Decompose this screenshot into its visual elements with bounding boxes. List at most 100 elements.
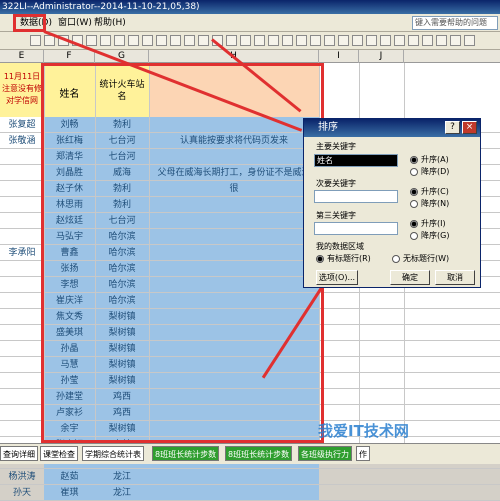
link-icon[interactable]	[114, 35, 125, 46]
options-button[interactable]: 选项(O)...	[316, 270, 358, 285]
redo-icon[interactable]	[100, 35, 111, 46]
menu-help[interactable]: 帮助(H)	[94, 16, 126, 30]
font-color-icon[interactable]	[352, 35, 363, 46]
cell-note[interactable]	[149, 469, 319, 485]
column-header-f[interactable]: F	[44, 50, 95, 63]
align-right-icon[interactable]	[268, 35, 279, 46]
cancel-button[interactable]: 取消	[435, 270, 475, 285]
sheet-tab-bar: 查询详细 课堂检查 学期综合统计表 8班班长统计步数 8班班长统计步数 各班级执…	[0, 443, 500, 464]
sheet-tab-2[interactable]: 学期综合统计表	[82, 446, 144, 461]
percent-icon[interactable]	[310, 35, 321, 46]
cell-station[interactable]: 龙江	[95, 485, 149, 501]
dialog-help-button[interactable]: ?	[445, 121, 460, 134]
cell-e[interactable]	[0, 229, 44, 245]
third-key-select[interactable]	[314, 222, 398, 235]
cell-e[interactable]	[0, 389, 44, 405]
undo-icon[interactable]	[86, 35, 97, 46]
cell-e[interactable]	[0, 373, 44, 389]
primary-desc-radio[interactable]	[410, 168, 418, 176]
sheet-tab-4[interactable]: 8班班长统计步数	[225, 446, 293, 461]
underline-icon[interactable]	[226, 35, 237, 46]
secondary-desc-radio[interactable]	[410, 200, 418, 208]
cell-e[interactable]	[0, 261, 44, 277]
data-range-label: 我的数据区域	[316, 242, 364, 251]
print-icon[interactable]	[394, 35, 405, 46]
cell-name[interactable]: 崔琪	[44, 485, 95, 501]
save-icon[interactable]	[450, 35, 461, 46]
sheet-tab-6[interactable]: 作	[356, 446, 370, 461]
no-header-radio[interactable]	[392, 255, 400, 263]
secondary-key-select[interactable]	[314, 190, 398, 203]
sort-desc-icon[interactable]	[142, 35, 153, 46]
cell-name[interactable]: 赵茹	[44, 469, 95, 485]
site-watermark: 我爱IT技术网	[318, 422, 409, 440]
cell-e[interactable]: 杨洪涛	[0, 469, 44, 485]
help-search-input[interactable]: 键入需要帮助的问题	[412, 16, 498, 30]
currency-icon[interactable]	[296, 35, 307, 46]
menu-window[interactable]: 窗口(W)	[58, 16, 92, 30]
filter-icon[interactable]	[380, 35, 391, 46]
ok-button[interactable]: 确定	[390, 270, 430, 285]
fill-color-icon[interactable]	[338, 35, 349, 46]
cell-e[interactable]	[0, 213, 44, 229]
sort-dialog: 排序 ? × 主要关键字 姓名 升序(A) 降序(D) 次要关键字 升序(C) …	[303, 118, 481, 288]
align-left-icon[interactable]	[240, 35, 251, 46]
bold-icon[interactable]	[198, 35, 209, 46]
highlight-selected-range	[41, 63, 324, 443]
has-header-radio[interactable]	[316, 255, 324, 263]
cell-e[interactable]	[0, 309, 44, 325]
cell-e[interactable]	[0, 165, 44, 181]
sheet-tab-5[interactable]: 各班级执行力	[298, 446, 352, 461]
column-header-e[interactable]: E	[0, 50, 44, 63]
column-header-j[interactable]: J	[359, 50, 404, 63]
third-key-label: 第三关键字	[316, 211, 356, 220]
primary-asc-radio[interactable]	[410, 156, 418, 164]
cell-e[interactable]: 孙天	[0, 485, 44, 501]
sum-icon[interactable]	[366, 35, 377, 46]
sheet-tab-3[interactable]: 8班班长统计步数	[152, 446, 220, 461]
cut-icon[interactable]	[30, 35, 41, 46]
sheet-tab-1[interactable]: 课堂检查	[40, 446, 78, 461]
third-asc-radio[interactable]	[410, 220, 418, 228]
third-desc-radio[interactable]	[410, 232, 418, 240]
cell-station[interactable]: 龙江	[95, 469, 149, 485]
cell-e[interactable]: 李承阳	[0, 245, 44, 261]
open-icon[interactable]	[436, 35, 447, 46]
secondary-asc-radio[interactable]	[410, 188, 418, 196]
sheet-tab-0[interactable]: 查询详细	[0, 446, 38, 461]
chart-icon[interactable]	[156, 35, 167, 46]
has-header-label: 有标题行(R)	[327, 254, 371, 263]
preview-icon[interactable]	[408, 35, 419, 46]
cell-e[interactable]	[0, 293, 44, 309]
cell-e[interactable]: 张敬涵	[0, 133, 44, 149]
cell-e[interactable]: 张复超	[0, 117, 44, 133]
column-header-i[interactable]: I	[319, 50, 359, 63]
highlight-menu-data	[13, 14, 46, 32]
secondary-asc-label: 升序(C)	[421, 187, 449, 196]
cell-note[interactable]	[149, 485, 319, 501]
cell-e[interactable]	[0, 325, 44, 341]
align-center-icon[interactable]	[254, 35, 265, 46]
primary-key-select[interactable]: 姓名	[314, 154, 398, 167]
cell-e[interactable]	[0, 277, 44, 293]
primary-asc-label: 升序(A)	[421, 155, 449, 164]
zoom-icon[interactable]	[184, 35, 195, 46]
dialog-close-button[interactable]: ×	[462, 121, 477, 134]
cell-e[interactable]	[0, 357, 44, 373]
third-desc-label: 降序(G)	[421, 231, 450, 240]
cell-e[interactable]	[0, 341, 44, 357]
spell-icon[interactable]	[422, 35, 433, 46]
cell-e[interactable]	[0, 405, 44, 421]
header-note: 11月11日 注意没有修 对学信网	[2, 72, 42, 105]
sort-asc-icon[interactable]	[128, 35, 139, 46]
third-asc-label: 升序(I)	[421, 219, 446, 228]
border-icon[interactable]	[324, 35, 335, 46]
cell-e[interactable]	[0, 181, 44, 197]
cell-e[interactable]	[0, 421, 44, 437]
new-icon[interactable]	[464, 35, 475, 46]
primary-desc-label: 降序(D)	[421, 167, 450, 176]
drawing-icon[interactable]	[170, 35, 181, 46]
cell-e[interactable]	[0, 149, 44, 165]
merge-icon[interactable]	[282, 35, 293, 46]
cell-e[interactable]	[0, 197, 44, 213]
